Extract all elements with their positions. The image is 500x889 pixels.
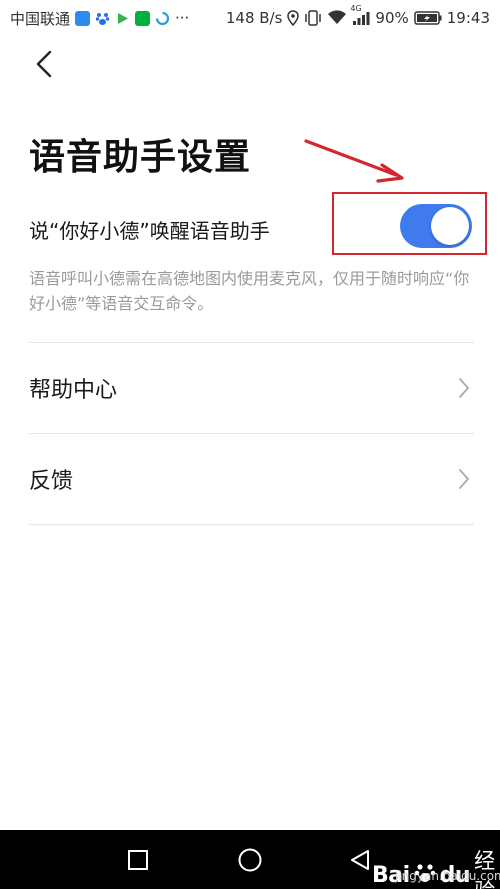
battery-icon xyxy=(414,10,442,26)
play-app-icon xyxy=(115,11,130,26)
recent-apps-button[interactable] xyxy=(108,830,168,889)
more-notifications: ··· xyxy=(175,9,190,27)
watermark-site: jingyan.baidu.com xyxy=(395,869,500,883)
iqiyi-icon xyxy=(135,10,151,26)
chevron-left-icon xyxy=(36,50,52,78)
baidu-paw-icon xyxy=(95,11,110,26)
page-title: 语音助手设置 xyxy=(29,137,252,178)
carrier-label: 中国联通 xyxy=(10,9,71,28)
status-bar: 中国联通 ··· 148 B/s 4G 90% 19:43 xyxy=(0,0,500,36)
menu-item-label: 帮助中心 xyxy=(29,378,118,403)
recent-apps-icon xyxy=(128,849,148,870)
wake-setting-description: 语音呼叫小德需在高德地图内使用麦克风，仅用于随时响应“你好小德”等语音交互命令。 xyxy=(29,269,470,313)
divider xyxy=(29,524,474,525)
wifi-icon xyxy=(327,10,347,26)
signal-icon: 4G xyxy=(350,4,370,26)
network-type: 4G xyxy=(350,4,362,13)
wake-setting-label: 说“你好小德”唤醒语音助手 xyxy=(29,218,270,243)
menu-item-help-center[interactable]: 帮助中心 xyxy=(29,343,474,433)
vibrate-icon xyxy=(304,10,322,26)
status-left: 中国联通 ··· xyxy=(10,8,189,29)
network-speed: 148 B/s xyxy=(225,9,283,27)
wake-toggle-switch[interactable] xyxy=(400,204,472,248)
back-triangle-icon xyxy=(351,849,369,870)
circle-app-icon xyxy=(155,11,170,26)
annotation-arrow-icon xyxy=(300,135,410,194)
chevron-right-icon xyxy=(458,468,470,490)
home-button[interactable] xyxy=(220,830,280,889)
battery-percent: 90% xyxy=(375,9,409,27)
clock: 19:43 xyxy=(446,9,490,27)
menu-item-label: 反馈 xyxy=(29,469,74,494)
location-icon xyxy=(287,10,300,26)
menu-item-feedback[interactable]: 反馈 xyxy=(29,434,474,524)
back-button[interactable] xyxy=(28,48,60,80)
status-right: 148 B/s 4G 90% 19:43 xyxy=(225,4,490,27)
settings-menu: 帮助中心 反馈 xyxy=(29,342,474,525)
toggle-knob xyxy=(431,207,469,245)
shield-app-icon xyxy=(75,10,91,26)
chevron-right-icon xyxy=(458,377,470,399)
home-icon xyxy=(238,848,262,871)
